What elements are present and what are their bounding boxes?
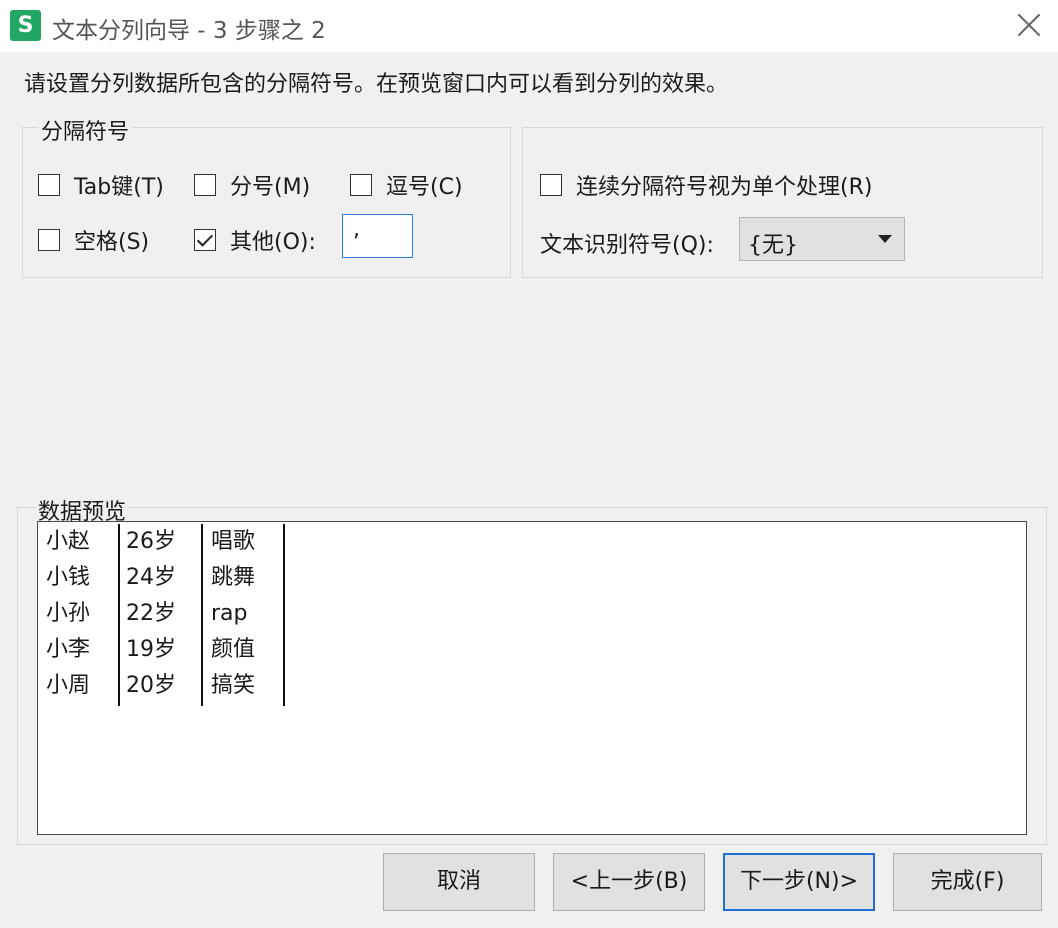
tab-checkbox-box[interactable] <box>38 174 60 196</box>
preview-cell: 搞笑 <box>211 673 256 698</box>
comma-checkbox[interactable]: 逗号(C) <box>350 169 463 201</box>
preview-cell: 小孙 <box>46 601 91 626</box>
cancel-button[interactable]: 取消 <box>383 853 535 911</box>
close-icon[interactable] <box>1016 12 1042 38</box>
preview-cell: rap <box>211 601 248 626</box>
preview-cell: 小钱 <box>46 565 91 590</box>
preview-column-2[interactable]: 26岁 24岁 22岁 19岁 20岁 <box>126 524 203 706</box>
preview-cell: 26岁 <box>126 529 176 554</box>
back-button[interactable]: <上一步(B) <box>553 853 705 911</box>
consecutive-checkbox-label: 连续分隔符号视为单个处理(R) <box>576 175 873 200</box>
finish-button[interactable]: 完成(F) <box>893 853 1042 911</box>
spreadsheet-app-icon: S <box>10 10 41 41</box>
text-qualifier-value: {无} <box>748 233 798 258</box>
title-bar: S 文本分列向导 - 3 步骤之 2 <box>0 0 1058 52</box>
preview-cell: 小周 <box>46 673 91 698</box>
space-checkbox-label: 空格(S) <box>74 230 150 255</box>
semicolon-checkbox-label: 分号(M) <box>230 175 311 200</box>
preview-cell: 跳舞 <box>211 565 256 590</box>
preview-cell: 19岁 <box>126 637 176 662</box>
text-qualifier-label: 文本识别符号(Q): <box>540 233 714 258</box>
preview-cell: 24岁 <box>126 565 176 590</box>
consecutive-checkbox-box[interactable] <box>540 174 562 196</box>
comma-checkbox-label: 逗号(C) <box>386 175 463 200</box>
preview-cell: 颜值 <box>211 637 256 662</box>
window-title: 文本分列向导 - 3 步骤之 2 <box>52 18 326 44</box>
next-button[interactable]: 下一步(N)> <box>723 853 875 911</box>
other-checkbox[interactable]: 其他(O): <box>194 224 316 256</box>
tab-checkbox-label: Tab键(T) <box>74 175 164 200</box>
preview-cell: 20岁 <box>126 673 176 698</box>
preview-column-1[interactable]: 小赵 小钱 小孙 小李 小周 <box>46 524 120 706</box>
other-delimiter-input[interactable]: , <box>342 214 413 258</box>
preview-cell: 唱歌 <box>211 529 256 554</box>
instruction-text: 请设置分列数据所包含的分隔符号。在预览窗口内可以看到分列的效果。 <box>24 72 729 97</box>
tab-checkbox[interactable]: Tab键(T) <box>38 169 164 201</box>
preview-cell: 小李 <box>46 637 91 662</box>
delimiter-group-legend: 分隔符号 <box>38 114 133 146</box>
preview-column-3[interactable]: 唱歌 跳舞 rap 颜值 搞笑 <box>211 524 285 706</box>
space-checkbox[interactable]: 空格(S) <box>38 224 149 256</box>
text-qualifier-select[interactable]: {无} <box>739 217 905 261</box>
other-checkbox-label: 其他(O): <box>230 230 316 255</box>
space-checkbox-box[interactable] <box>38 229 60 251</box>
semicolon-checkbox[interactable]: 分号(M) <box>194 169 310 201</box>
chevron-down-icon <box>878 235 892 243</box>
data-preview-pane[interactable]: 小赵 小钱 小孙 小李 小周 26岁 24岁 22岁 19岁 20岁 唱歌 跳舞… <box>37 521 1027 835</box>
other-checkbox-box[interactable] <box>194 229 216 251</box>
preview-cell: 22岁 <box>126 601 176 626</box>
preview-cell: 小赵 <box>46 529 91 554</box>
consecutive-checkbox[interactable]: 连续分隔符号视为单个处理(R) <box>540 169 872 201</box>
semicolon-checkbox-box[interactable] <box>194 174 216 196</box>
comma-checkbox-box[interactable] <box>350 174 372 196</box>
